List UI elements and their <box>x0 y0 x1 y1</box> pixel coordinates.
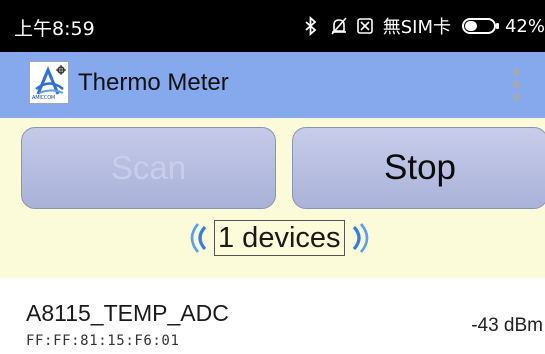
more-vert-icon[interactable] <box>504 66 528 104</box>
status-icons: 無SIM卡 42% <box>302 13 545 39</box>
signal-left-icon <box>190 223 207 253</box>
device-rssi: -43 dBm <box>471 315 543 336</box>
battery-percent: 42% <box>504 15 545 37</box>
carrier-text: 無SIM卡 <box>382 17 451 38</box>
stop-button[interactable]: Stop <box>292 127 545 209</box>
device-name: A8115_TEMP_ADC <box>26 300 229 326</box>
app-logo-icon: AMICCOM <box>29 61 69 104</box>
bluetooth-icon <box>302 15 320 37</box>
control-panel: Scan Stop 1 devices <box>0 118 545 278</box>
device-list: A8115_TEMP_ADC FF:FF:81:15:F6:01 -43 dBm <box>0 278 545 354</box>
app-title: Thermo Meter <box>78 69 229 96</box>
app-bar: AMICCOM Thermo Meter <box>0 52 545 118</box>
battery-level <box>464 21 477 31</box>
mute-icon <box>329 16 347 36</box>
no-sim-icon <box>356 16 374 36</box>
status-bar: 上午8:59 無SIM卡 42% <box>0 0 545 52</box>
signal-right-icon <box>352 223 368 253</box>
status-time: 上午8:59 <box>14 18 95 40</box>
battery-icon <box>461 18 499 34</box>
device-count-indicator: 1 devices <box>185 218 374 258</box>
device-mac: FF:FF:81:15:F6:01 <box>26 333 180 349</box>
device-count: 1 devices <box>214 220 345 256</box>
logo-caption: AMICCOM <box>32 95 56 101</box>
scan-button[interactable]: Scan <box>21 127 276 209</box>
